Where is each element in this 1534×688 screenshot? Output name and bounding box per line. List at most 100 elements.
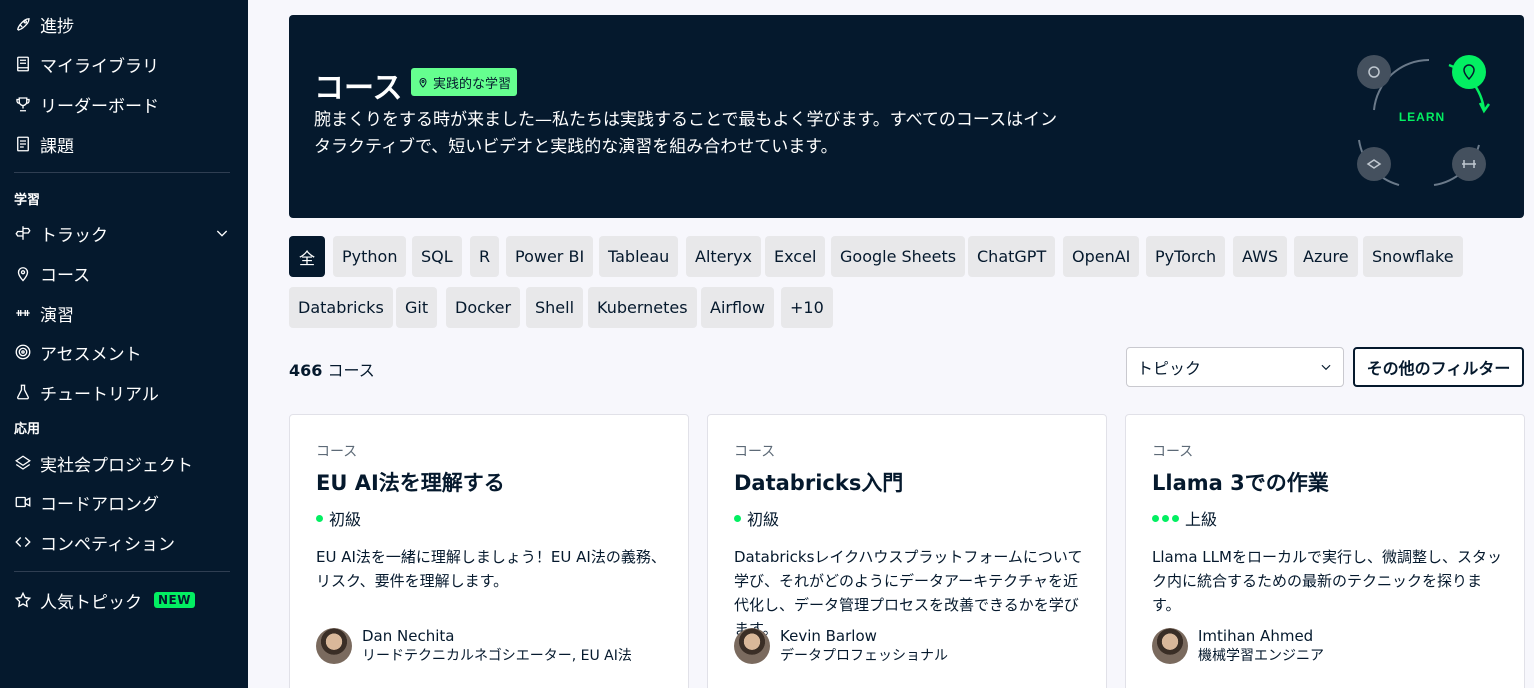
- filter-chip-airflow[interactable]: Airflow: [701, 287, 774, 328]
- sidebar-item-projects[interactable]: 実社会プロジェクト: [14, 448, 193, 478]
- sidebar-item-label: 課題: [40, 136, 74, 157]
- rocket-icon: [14, 15, 32, 33]
- card-type: コース: [1152, 444, 1194, 460]
- avatar: [1152, 628, 1188, 664]
- more-filters-button[interactable]: その他のフィルター: [1353, 347, 1524, 387]
- filter-chip-alteryx[interactable]: Alteryx: [686, 236, 762, 277]
- topic-select[interactable]: トピック: [1126, 347, 1344, 387]
- card-author: Imtihan Ahmed 機械学習エンジニア: [1152, 626, 1324, 666]
- chevron-down-icon[interactable]: [214, 225, 232, 243]
- sidebar-item-label: 進捗: [40, 16, 74, 37]
- new-badge: NEW: [154, 592, 195, 608]
- author-role: 機械学習エンジニア: [1198, 648, 1324, 664]
- results-count-number: 466: [289, 361, 323, 380]
- filter-chip-r[interactable]: R: [470, 236, 500, 277]
- filter-chip-openai[interactable]: OpenAI: [1063, 236, 1140, 277]
- sidebar-item-assessments[interactable]: アセスメント: [14, 337, 142, 367]
- filter-chip-google-sheets[interactable]: Google Sheets: [831, 236, 966, 277]
- card-title[interactable]: Databricks入門: [734, 467, 903, 497]
- target-icon: [14, 343, 32, 361]
- pin-node-icon: [1452, 55, 1486, 89]
- filter-chip-azure[interactable]: Azure: [1294, 236, 1358, 277]
- course-card[interactable]: コース Llama 3での作業 上級 Llama LLMをローカルで実行し、微調…: [1125, 414, 1525, 688]
- sidebar-item-practice[interactable]: 演習: [14, 298, 74, 328]
- sidebar-item-codealong[interactable]: コードアロング: [14, 487, 159, 517]
- divider: [14, 172, 230, 173]
- flask-icon: [14, 383, 32, 401]
- sidebar-item-tutorials[interactable]: チュートリアル: [14, 377, 159, 407]
- sidebar-item-label: コース: [40, 265, 91, 286]
- filter-chip-aws[interactable]: AWS: [1233, 236, 1288, 277]
- filter-chip-chatgpt[interactable]: ChatGPT: [968, 236, 1056, 277]
- star-icon: [14, 591, 32, 609]
- results-count-unit: コース: [327, 361, 375, 380]
- filter-chip-python[interactable]: Python: [333, 236, 407, 277]
- filter-chip-all[interactable]: 全: [289, 236, 325, 277]
- card-author: Dan Nechita リードテクニカルネゴシエーター, EU AI法: [316, 626, 632, 666]
- graph-node-icon: [1357, 55, 1391, 89]
- learn-cycle-graphic: LEARN: [1357, 55, 1491, 186]
- sidebar-item-tracks[interactable]: トラック: [14, 218, 108, 248]
- avatar: [734, 628, 770, 664]
- card-description: Llama LLMをローカルで実行し、微調整し、スタック内に統合するための最新の…: [1152, 548, 1502, 614]
- sidebar-item-label: リーダーボード: [40, 96, 159, 117]
- sidebar-item-label: コンペティション: [40, 534, 175, 555]
- author-role: リードテクニカルネゴシエーター, EU AI法: [362, 648, 632, 664]
- filter-chip-tableau[interactable]: Tableau: [599, 236, 679, 277]
- card-level-label: 初級: [329, 510, 362, 529]
- code-icon: [14, 533, 32, 551]
- filter-chip-sql[interactable]: SQL: [412, 236, 462, 277]
- filter-chip-pytorch[interactable]: PyTorch: [1146, 236, 1226, 277]
- chevron-down-icon: [1321, 364, 1331, 371]
- card-type: コース: [316, 444, 358, 460]
- sidebar-item-label: トラック: [40, 225, 108, 246]
- hero-description: 腕まくりをする時が来ました—私たちは実践することで最もよく学びます。すべてのコー…: [314, 110, 1058, 157]
- filter-chip-git[interactable]: Git: [396, 287, 438, 328]
- filter-chip-more[interactable]: +10: [781, 287, 833, 328]
- sidebar: 進捗 マイライブラリ リーダーボード 課題 学習 トラック コース 演習 アセス…: [0, 0, 248, 688]
- trophy-icon: [14, 95, 32, 113]
- avatar: [316, 628, 352, 664]
- divider: [14, 571, 230, 572]
- layers-node-icon: [1357, 147, 1391, 181]
- sidebar-item-courses[interactable]: コース: [14, 258, 90, 288]
- card-level-label: 上級: [1185, 510, 1218, 529]
- card-level: 初級: [734, 506, 779, 530]
- topic-select-value: トピック: [1137, 359, 1202, 378]
- book-icon: [14, 55, 32, 73]
- course-card[interactable]: コース EU AI法を理解する 初級 EU AI法を一緒に理解しましょう！EU …: [289, 414, 689, 688]
- filter-chip-shell[interactable]: Shell: [526, 287, 584, 328]
- filter-chip-excel[interactable]: Excel: [765, 236, 826, 277]
- author-name: Imtihan Ahmed: [1198, 627, 1314, 645]
- card-title[interactable]: EU AI法を理解する: [316, 467, 505, 497]
- card-title[interactable]: Llama 3での作業: [1152, 467, 1329, 497]
- filter-chip-kubernetes[interactable]: Kubernetes: [588, 287, 697, 328]
- assignment-icon: [14, 135, 32, 153]
- pin-icon: [419, 78, 427, 88]
- hero-badge-label: 実践的な学習: [433, 76, 512, 92]
- sidebar-item-label: 実社会プロジェクト: [40, 455, 193, 476]
- sidebar-item-progress[interactable]: 進捗: [14, 9, 74, 39]
- card-type: コース: [734, 444, 776, 460]
- dumbbell-icon: [14, 304, 32, 322]
- card-level: 初級: [316, 506, 361, 530]
- layers-icon: [14, 454, 32, 472]
- author-name: Dan Nechita: [362, 627, 455, 645]
- filter-chip-snowflake[interactable]: Snowflake: [1363, 236, 1463, 277]
- author-name: Kevin Barlow: [780, 627, 877, 645]
- course-card[interactable]: コース Databricks入門 初級 Databricksレイクハウスプラット…: [707, 414, 1107, 688]
- page-title: コース: [314, 71, 403, 106]
- sidebar-item-library[interactable]: マイライブラリ: [14, 49, 159, 79]
- learn-label: LEARN: [1399, 110, 1445, 124]
- sidebar-item-leaderboard[interactable]: リーダーボード: [14, 89, 159, 119]
- sidebar-item-assignments[interactable]: 課題: [14, 129, 74, 159]
- sidebar-item-label: アセスメント: [40, 344, 142, 365]
- filter-chip-docker[interactable]: Docker: [446, 287, 521, 328]
- results-count: 466 コース: [289, 357, 375, 381]
- sidebar-item-competitions[interactable]: コンペティション: [14, 527, 175, 557]
- author-role: データプロフェッショナル: [780, 648, 948, 664]
- card-level: 上級: [1152, 506, 1217, 530]
- filter-chip-power-bi[interactable]: Power BI: [506, 236, 594, 277]
- filter-chip-databricks[interactable]: Databricks: [289, 287, 393, 328]
- sidebar-item-popular-topics[interactable]: 人気トピック NEW: [14, 585, 195, 615]
